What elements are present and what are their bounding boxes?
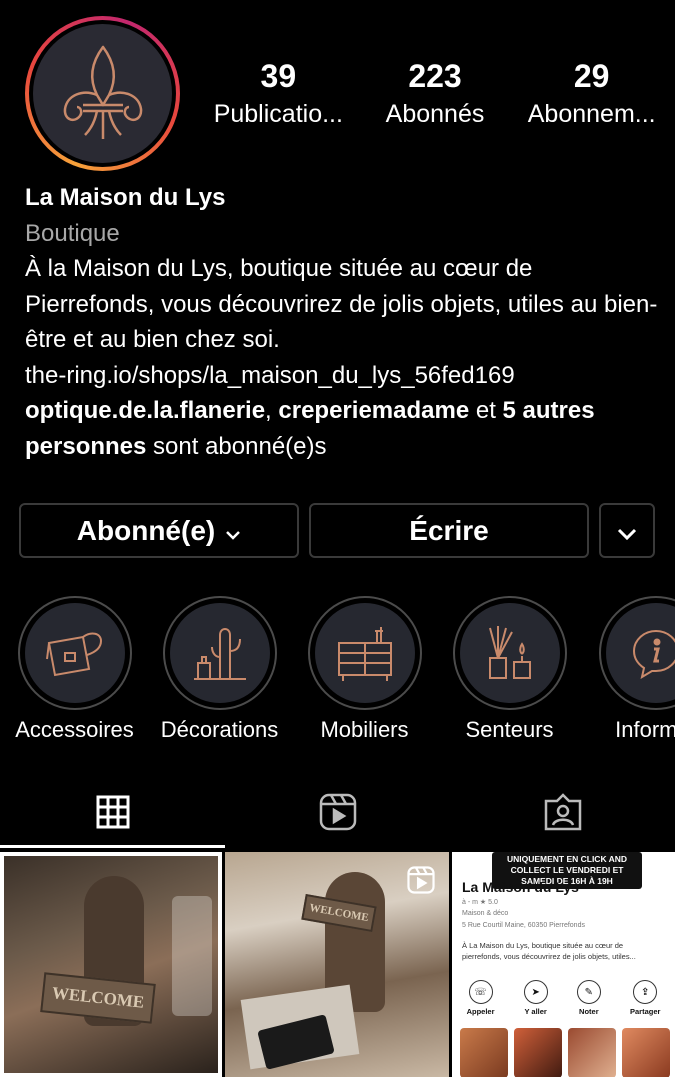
navigation-icon: ➤ xyxy=(523,980,548,1004)
followed-by-suffix: sont abonné(e)s xyxy=(146,432,327,460)
highlight-label: Décorations xyxy=(160,717,279,742)
highlight-ring xyxy=(598,596,675,710)
stat-posts-label: Publicatio... xyxy=(213,100,343,128)
profile-link[interactable]: the-ring.io/shops/la_maison_du_lys_56fed… xyxy=(25,358,665,394)
call-action: ☏ Appeler xyxy=(467,980,495,1016)
highlight-accessoires[interactable]: Accessoires xyxy=(2,596,147,743)
chevron-down-icon xyxy=(225,515,241,547)
bag-icon xyxy=(24,603,125,703)
profile-avatar[interactable] xyxy=(25,16,180,171)
followed-by[interactable]: optique.de.la.flanerie, creperiemadame e… xyxy=(25,393,665,464)
followed-by-and: et xyxy=(469,397,503,424)
share-action: ⇪ Partager xyxy=(630,980,660,1016)
tab-tagged[interactable] xyxy=(450,780,675,848)
share-icon: ⇪ xyxy=(633,980,658,1004)
message-button[interactable]: Écrire xyxy=(309,503,589,558)
highlight-label: Senteurs xyxy=(465,717,554,742)
highlight-informations[interactable]: Informat xyxy=(583,596,675,743)
posts-grid: WELCOME WELCOME UNIQUEMENT EN CLICK AND … xyxy=(0,852,675,1077)
post-address: 5 Rue Courtil Maine, 60350 Pierrefonds xyxy=(462,922,585,929)
profile-description: À la Maison du Lys, boutique située au c… xyxy=(25,255,658,353)
stat-posts-value: 39 xyxy=(260,58,297,94)
stat-following[interactable]: 29 Abonnem... xyxy=(513,56,670,132)
reels-icon xyxy=(319,793,357,836)
highlight-label: Mobiliers xyxy=(320,717,409,742)
following-button[interactable]: Abonné(e) xyxy=(19,503,299,558)
post-description: À La Maison du Lys, boutique située au c… xyxy=(462,941,636,961)
post-title: La Maison du Lys xyxy=(462,879,579,895)
profile-tabs xyxy=(0,780,675,848)
tagged-icon xyxy=(544,792,582,836)
stat-posts[interactable]: 39 Publicatio... xyxy=(200,56,357,132)
profile-name: La Maison du Lys xyxy=(25,184,226,211)
follower-1[interactable]: optique.de.la.flanerie xyxy=(25,397,265,424)
stat-followers[interactable]: 223 Abonnés xyxy=(357,56,514,132)
post-business-type: Maison & déco xyxy=(462,910,509,917)
profile-bio: La Maison du Lys Boutique À la Maison du… xyxy=(25,180,665,464)
followed-by-sep: , xyxy=(265,397,279,424)
chevron-down-icon xyxy=(617,515,637,547)
post-thumbnail[interactable]: WELCOME xyxy=(225,852,449,1077)
stat-following-label: Abonnem... xyxy=(527,100,656,128)
dresser-icon xyxy=(314,603,415,703)
stat-following-value: 29 xyxy=(573,58,610,94)
post-photo-strip xyxy=(460,1028,670,1077)
follower-2[interactable]: creperiemadame xyxy=(278,397,469,424)
info-icon xyxy=(605,603,675,703)
call-label: Appeler xyxy=(466,1007,495,1016)
highlight-label: Informat xyxy=(615,717,675,742)
tab-reels[interactable] xyxy=(225,780,450,848)
highlight-ring xyxy=(452,596,567,710)
fleur-de-lis-icon xyxy=(33,24,172,163)
directions-label: Y aller xyxy=(524,1007,547,1016)
post-thumbnail[interactable]: WELCOME xyxy=(0,852,222,1077)
following-button-label: Abonné(e) xyxy=(76,514,216,546)
review-icon: ✎ xyxy=(576,980,601,1004)
profile-category: Boutique xyxy=(25,219,120,247)
stat-followers-value: 223 xyxy=(408,58,462,94)
highlight-senteurs[interactable]: Senteurs xyxy=(437,596,582,743)
diffuser-icon xyxy=(459,603,560,703)
highlight-decorations[interactable]: Décorations xyxy=(147,596,292,743)
grid-icon xyxy=(96,795,130,834)
stat-followers-label: Abonnés xyxy=(385,100,485,128)
share-label: Partager xyxy=(629,1007,661,1016)
reels-icon xyxy=(407,866,435,899)
message-button-label: Écrire xyxy=(409,514,489,546)
highlight-ring xyxy=(17,596,132,710)
suggestions-button[interactable] xyxy=(599,503,655,558)
highlight-label: Accessoires xyxy=(15,717,134,742)
post-rating: à - m ★ 5.0 xyxy=(462,899,498,906)
profile-actions: Abonné(e) Écrire xyxy=(19,503,655,558)
post-thumbnail[interactable]: UNIQUEMENT EN CLICK AND COLLECT LE VENDR… xyxy=(452,852,675,1077)
highlight-ring xyxy=(307,596,422,710)
post-actions: ☏ Appeler ➤ Y aller ✎ Noter ⇪ Partager xyxy=(452,980,675,1016)
profile-stats: 39 Publicatio... 223 Abonnés 29 Abonnem.… xyxy=(200,56,670,132)
phone-icon: ☏ xyxy=(468,980,493,1004)
highlight-mobiliers[interactable]: Mobiliers xyxy=(292,596,437,743)
avatar-inner xyxy=(29,20,176,167)
review-label: Noter xyxy=(579,1007,599,1016)
highlight-ring xyxy=(162,596,277,710)
post-image: WELCOME xyxy=(4,856,218,1073)
story-highlights: Accessoires Décorations Mobiliers Senteu… xyxy=(0,596,675,746)
review-action: ✎ Noter xyxy=(576,980,601,1016)
tab-posts-grid[interactable] xyxy=(0,780,225,848)
directions-action: ➤ Y aller xyxy=(523,980,548,1016)
cactus-icon xyxy=(169,603,270,703)
